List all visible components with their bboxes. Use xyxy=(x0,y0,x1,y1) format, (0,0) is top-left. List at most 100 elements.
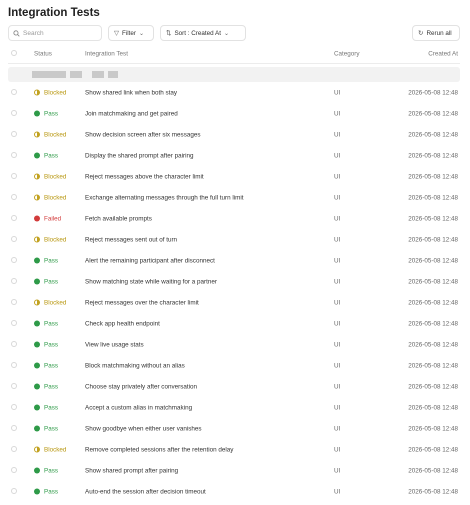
test-name: Remove completed sessions after the rete… xyxy=(85,446,234,453)
status-label: Pass xyxy=(44,341,58,348)
select-all-checkbox[interactable] xyxy=(11,50,17,58)
sort-button[interactable]: ⇅ Sort : Created At ⌄ xyxy=(160,25,246,41)
row-checkbox[interactable] xyxy=(11,109,17,118)
table-row[interactable]: Pass Show goodbye when either user vanish… xyxy=(8,418,460,439)
table-row[interactable]: Blocked Show decision screen after six me… xyxy=(8,124,460,145)
status-badge: Pass xyxy=(34,278,58,285)
column-header-category[interactable]: Category xyxy=(334,51,360,58)
column-header-created-at[interactable]: Created At xyxy=(428,51,458,58)
table-row[interactable]: Pass Alert the remaining participant afte… xyxy=(8,250,460,271)
row-checkbox[interactable] xyxy=(11,130,17,139)
row-checkbox[interactable] xyxy=(11,277,17,286)
created-at: 2026-05-08 12:48 xyxy=(408,362,458,369)
test-name: Join matchmaking and get paired xyxy=(85,110,178,117)
row-checkbox[interactable] xyxy=(11,256,17,265)
table-row[interactable]: Pass Show shared prompt after pairing UI 20… xyxy=(8,460,460,481)
table-row[interactable]: Pass Check app health endpoint UI 2026-05-0… xyxy=(8,313,460,334)
test-category: UI xyxy=(334,362,341,369)
search-input[interactable] xyxy=(23,29,93,37)
table-row[interactable]: Blocked Show shared link when both stay UI… xyxy=(8,82,460,103)
status-badge: Pass xyxy=(34,467,58,474)
table-row[interactable]: Blocked Reject messages sent out of turn U… xyxy=(8,229,460,250)
status-badge: Pass xyxy=(34,488,58,495)
row-checkbox[interactable] xyxy=(11,88,17,97)
row-checkbox[interactable] xyxy=(11,298,17,307)
refresh-icon: ↻ xyxy=(418,30,424,37)
test-name: Display the shared prompt after pairing xyxy=(85,152,194,159)
status-label: Pass xyxy=(44,257,58,264)
status-label: Pass xyxy=(44,110,58,117)
test-name: Reject messages over the character limit xyxy=(85,299,199,306)
row-checkbox[interactable] xyxy=(11,172,17,181)
created-at: 2026-05-08 12:48 xyxy=(408,257,458,264)
table-row[interactable]: Blocked Remove completed sessions after t… xyxy=(8,439,460,460)
row-checkbox[interactable] xyxy=(11,361,17,370)
test-category: UI xyxy=(334,488,341,495)
sort-icon: ⇅ xyxy=(166,30,172,37)
status-pass-icon xyxy=(34,341,40,348)
test-name: Show decision screen after six messages xyxy=(85,131,201,138)
table-row[interactable]: Pass Auto-end the session after decision … xyxy=(8,481,460,502)
row-checkbox[interactable] xyxy=(11,382,17,391)
created-at: 2026-05-08 12:48 xyxy=(408,404,458,411)
row-checkbox[interactable] xyxy=(11,319,17,328)
test-name: Show matching state while waiting for a … xyxy=(85,278,217,285)
table-row[interactable]: Pass Join matchmaking and get paired UI 202… xyxy=(8,103,460,124)
table-row[interactable]: Blocked Reject messages over the characte… xyxy=(8,292,460,313)
row-checkbox[interactable] xyxy=(11,424,17,433)
status-badge: Blocked xyxy=(34,299,66,306)
test-name: Check app health endpoint xyxy=(85,320,160,327)
table-row[interactable]: Failed Fetch available prompts UI 2026-05-0… xyxy=(8,208,460,229)
table-row[interactable]: Pass Accept a custom alias in matchmaking… xyxy=(8,397,460,418)
test-category: UI xyxy=(334,278,341,285)
toolbar: ▽ Filter ⌄ ⇅ Sort : Created At ⌄ ↻ Rerun… xyxy=(8,25,460,42)
status-badge: Blocked xyxy=(34,446,66,453)
status-badge: Pass xyxy=(34,383,58,390)
page-title: Integration Tests xyxy=(8,7,100,19)
status-pass-icon xyxy=(34,320,40,327)
group-header-redacted[interactable] xyxy=(8,67,460,82)
table-row[interactable]: Blocked Exchange alternating messages thr… xyxy=(8,187,460,208)
status-pass-icon xyxy=(34,257,40,264)
test-category: UI xyxy=(334,110,341,117)
row-checkbox[interactable] xyxy=(11,214,17,223)
test-name: Reject messages sent out of turn xyxy=(85,236,178,243)
row-checkbox[interactable] xyxy=(11,193,17,202)
test-category: UI xyxy=(334,236,341,243)
created-at: 2026-05-08 12:48 xyxy=(408,488,458,495)
row-checkbox[interactable] xyxy=(11,235,17,244)
table-row[interactable]: Blocked Reject messages above the charact… xyxy=(8,166,460,187)
table-row[interactable]: Pass Choose stay privately after conversa… xyxy=(8,376,460,397)
table-row[interactable]: Pass Display the shared prompt after pair… xyxy=(8,145,460,166)
row-checkbox[interactable] xyxy=(11,466,17,475)
test-category: UI xyxy=(334,215,341,222)
test-name: Accept a custom alias in matchmaking xyxy=(85,404,193,411)
status-pass-icon xyxy=(34,488,40,495)
sort-label: Sort : Created At xyxy=(174,29,222,37)
filter-button[interactable]: ▽ Filter ⌄ xyxy=(108,25,154,41)
test-name: Alert the remaining participant after di… xyxy=(85,257,215,264)
row-checkbox[interactable] xyxy=(11,151,17,160)
rerun-all-button[interactable]: ↻ Rerun all xyxy=(412,25,460,41)
column-header-status[interactable]: Status xyxy=(34,51,52,58)
search-box[interactable] xyxy=(8,25,102,41)
status-badge: Pass xyxy=(34,257,58,264)
created-at: 2026-05-08 12:48 xyxy=(408,320,458,327)
column-header-test[interactable]: Integration Test xyxy=(85,51,128,58)
status-badge: Blocked xyxy=(34,173,66,180)
status-badge: Pass xyxy=(34,110,58,117)
row-checkbox[interactable] xyxy=(11,403,17,412)
table-row[interactable]: Pass Show matching state while waiting fo… xyxy=(8,271,460,292)
row-checkbox[interactable] xyxy=(11,445,17,454)
test-category: UI xyxy=(334,257,341,264)
row-checkbox[interactable] xyxy=(11,340,17,349)
test-name: Show goodbye when either user vanishes xyxy=(85,425,202,432)
row-checkbox[interactable] xyxy=(11,487,17,496)
test-name: View live usage stats xyxy=(85,341,144,348)
table-row[interactable]: Pass View live usage stats UI 2026-05-08 12… xyxy=(8,334,460,355)
filter-label: Filter xyxy=(122,29,136,37)
status-pass-icon xyxy=(34,425,40,432)
test-category: UI xyxy=(334,152,341,159)
table-row[interactable]: Pass Block matchmaking without an alias UI… xyxy=(8,355,460,376)
chevron-down-icon: ⌄ xyxy=(224,30,230,37)
